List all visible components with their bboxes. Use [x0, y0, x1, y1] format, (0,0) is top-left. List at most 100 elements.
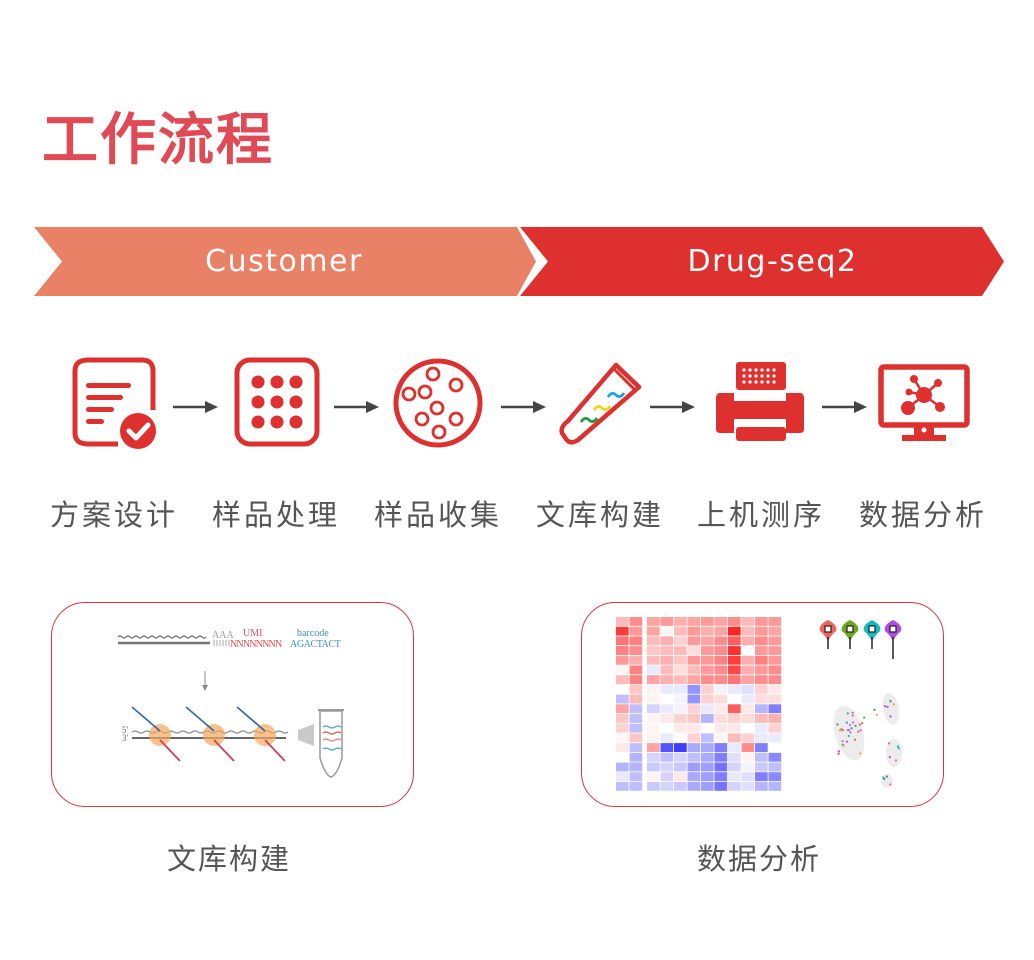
heatmap-cell — [714, 646, 728, 655]
heatmap-cell — [768, 636, 782, 646]
heatmap-cell — [687, 617, 701, 626]
heatmap-cell — [629, 714, 643, 723]
heatmap-cell — [647, 655, 660, 665]
right-arrow-icon — [822, 398, 868, 417]
heatmap-cell — [768, 626, 782, 636]
violin-plot — [863, 620, 881, 649]
heatmap-cell — [728, 714, 741, 723]
scatter-point — [888, 756, 891, 759]
scatter-point — [852, 721, 855, 724]
heatmap-cell — [660, 655, 674, 665]
document-check-icon — [70, 355, 160, 454]
heatmap-cell — [768, 781, 782, 791]
heatmap-cell — [629, 733, 643, 743]
heatmap-cell — [741, 646, 755, 655]
heatmap-cell — [701, 617, 714, 626]
heatmap-cell — [741, 617, 755, 626]
heatmap-cell — [768, 704, 782, 714]
heatmap-cell — [741, 781, 755, 791]
scatter-point — [851, 714, 854, 717]
scatter-point — [859, 729, 862, 732]
heatmap-cell — [647, 675, 660, 685]
heatmap-cell — [714, 723, 728, 733]
heatmap-cell — [616, 684, 629, 694]
heatmap-cell — [660, 752, 674, 762]
scatter-point — [849, 723, 852, 726]
heatmap-cell — [741, 694, 755, 704]
heatmap-cell — [616, 665, 629, 675]
scatter-point — [873, 708, 876, 711]
heatmap-cell — [728, 626, 741, 636]
heatmap-cell — [660, 762, 674, 772]
heatmap-cell — [728, 772, 741, 782]
heatmap-cell — [629, 636, 643, 646]
heatmap-cell — [755, 772, 768, 782]
heatmap-cell — [616, 781, 629, 791]
scatter-point — [847, 734, 850, 738]
heatmap-cell — [674, 762, 687, 772]
scatter-point — [887, 742, 891, 745]
heatmap-cell — [755, 617, 768, 626]
heatmap-cell — [714, 714, 728, 723]
heatmap-cell — [616, 694, 629, 704]
heatmap-cell — [728, 665, 741, 675]
heatmap-cell — [701, 684, 714, 694]
heatmap-cell — [701, 675, 714, 685]
phase-banner-customer: Customer — [34, 227, 538, 296]
step-label-data-analysis: 数据分析 — [859, 498, 988, 532]
heatmap-cell — [755, 655, 768, 665]
scatter-point — [845, 721, 848, 724]
heatmap-cell — [768, 762, 782, 772]
heatmap-cell — [660, 723, 674, 733]
sequencer-icon — [714, 355, 806, 454]
heatmap-cell — [674, 626, 687, 636]
heatmap-cell — [714, 636, 728, 646]
scatter-point — [853, 738, 857, 741]
scatter-point — [859, 752, 862, 755]
scatter-point — [861, 722, 864, 725]
well-plate-icon — [232, 355, 322, 454]
heatmap-cell — [701, 636, 714, 646]
heatmap-cell — [674, 704, 687, 714]
heatmap-cell — [741, 655, 755, 665]
right-arrow-icon — [650, 398, 696, 417]
heatmap-cell — [647, 617, 660, 626]
scatter-point — [851, 711, 854, 714]
heatmap-cell — [755, 694, 768, 704]
heatmap-cell — [660, 617, 674, 626]
heatmap-cell — [660, 675, 674, 685]
heatmap-cell — [687, 704, 701, 714]
barcode-sequence: AGACTACT — [290, 639, 341, 650]
heatmap-cell — [714, 655, 728, 665]
heatmap-cell — [629, 752, 643, 762]
heatmap-cell — [660, 772, 674, 782]
scatter-point — [885, 775, 888, 778]
heatmap-cell — [687, 636, 701, 646]
heatmap-cell — [701, 646, 714, 655]
heatmap-cell — [616, 704, 629, 714]
library-construction-card: AAA UMI barcode NNNNNNNN AGACTACT 5' 3' — [51, 602, 414, 807]
heatmap-cell — [741, 684, 755, 694]
scatter-point — [841, 740, 844, 743]
heatmap-cell — [714, 772, 728, 782]
heatmap-cell — [629, 743, 643, 752]
heatmap-cell — [687, 655, 701, 665]
heatmap-cell — [687, 626, 701, 636]
heatmap-cell — [755, 752, 768, 762]
heatmap-cell — [660, 704, 674, 714]
heatmap-cell — [728, 752, 741, 762]
scatter-point — [837, 752, 841, 755]
heatmap-cell — [616, 723, 629, 733]
heatmap-cell — [674, 743, 687, 752]
right-arrow-icon — [334, 398, 380, 417]
heatmap-cell — [616, 752, 629, 762]
heatmap-cell — [647, 772, 660, 782]
heatmap-cell — [687, 772, 701, 782]
heatmap-cell — [660, 733, 674, 743]
heatmap-cell — [647, 684, 660, 694]
scatter-point — [897, 747, 900, 750]
heatmap-cell — [701, 655, 714, 665]
heatmap-cell — [629, 665, 643, 675]
heatmap-cell — [768, 684, 782, 694]
heatmap-cell — [755, 665, 768, 675]
